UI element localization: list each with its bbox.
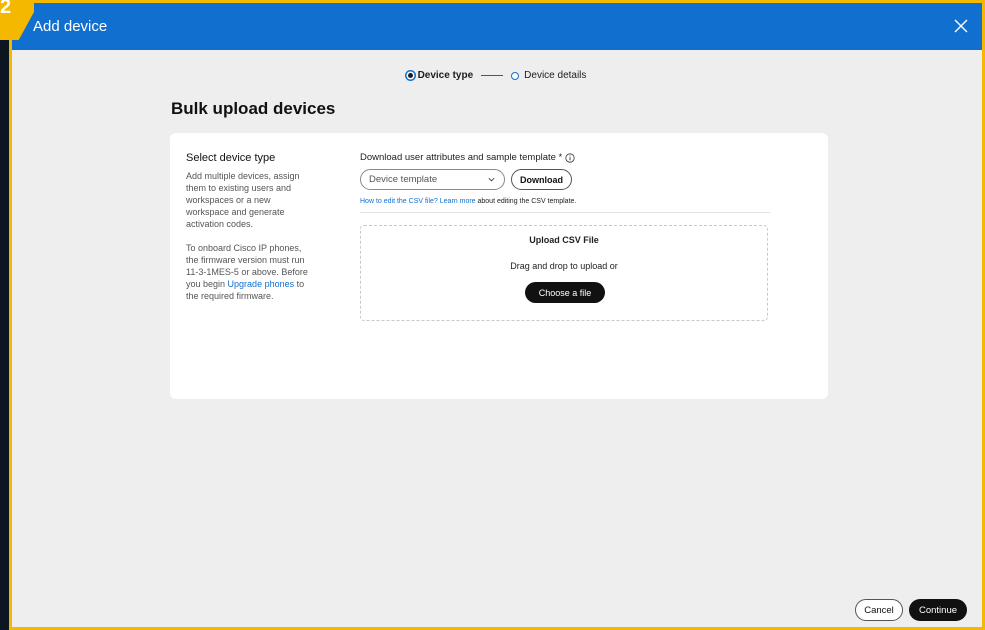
step-label: Device details <box>524 70 587 81</box>
sidebar-info: Select device type Add multiple devices,… <box>186 152 316 314</box>
info-icon[interactable] <box>565 152 575 163</box>
upgrade-phones-link[interactable]: Upgrade phones <box>228 279 295 289</box>
firmware-note: To onboard Cisco IP phones, the firmware… <box>186 242 316 302</box>
download-label-row: Download user attributes and sample temp… <box>360 152 770 163</box>
step-inactive-dot <box>511 71 520 80</box>
step-device-type: Device type <box>407 70 474 81</box>
download-button[interactable]: Download <box>511 169 572 190</box>
step-label: Device type <box>417 70 474 81</box>
step-badge-number: 2 <box>0 0 12 18</box>
device-template-value: Device template <box>369 174 438 185</box>
dropzone-title: Upload CSV File <box>529 235 599 245</box>
choose-file-button[interactable]: Choose a file <box>525 282 605 303</box>
close-icon[interactable] <box>952 17 970 35</box>
download-label: Download user attributes and sample temp… <box>360 152 563 163</box>
step-active-dot <box>407 73 413 78</box>
upload-card: Select device type Add multiple devices,… <box>170 133 828 399</box>
template-row: Device template Download <box>360 169 770 190</box>
csv-help-suffix: about editing the CSV template. <box>475 198 577 205</box>
csv-dropzone[interactable]: Upload CSV File Drag and drop to upload … <box>360 225 768 321</box>
main-form: Download user attributes and sample temp… <box>360 152 770 321</box>
learn-more-link[interactable]: How to edit the CSV file? Learn more <box>360 198 476 205</box>
add-device-dialog: Add device Device type Device details Bu… <box>9 0 985 630</box>
wizard-stepper: Device type Device details <box>12 70 982 81</box>
cancel-button[interactable]: Cancel <box>855 599 903 621</box>
step-device-details: Device details <box>511 70 586 81</box>
dropzone-instructions: Drag and drop to upload or <box>510 261 618 271</box>
sidebar-title: Select device type <box>186 152 276 164</box>
continue-button[interactable]: Continue <box>909 599 967 621</box>
csv-help-text: How to edit the CSV file? Learn more abo… <box>360 198 770 205</box>
chevron-down-icon <box>488 177 495 182</box>
dialog-header: Add device <box>12 3 982 50</box>
dialog-title: Add device <box>33 18 108 35</box>
step-connector <box>481 75 504 76</box>
divider <box>360 212 770 213</box>
device-template-select[interactable]: Device template <box>360 169 505 190</box>
sidebar-description: Add multiple devices, assign them to exi… <box>186 171 300 229</box>
page-title: Bulk upload devices <box>171 99 336 118</box>
